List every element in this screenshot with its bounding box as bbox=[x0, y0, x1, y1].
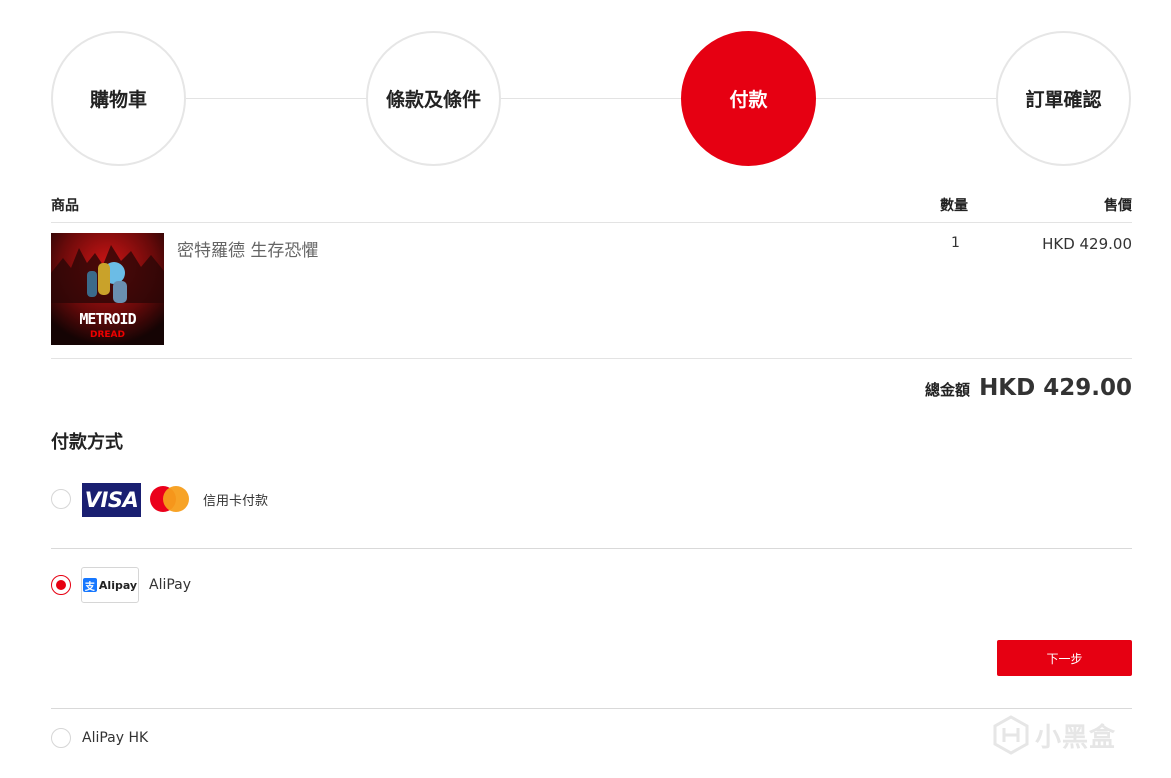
total-label: 總金額 bbox=[925, 381, 971, 399]
alipay-hk-label: AliPay HK bbox=[82, 730, 149, 746]
next-step-button[interactable]: 下一步 bbox=[997, 640, 1132, 676]
alipay-mark-icon: 支 bbox=[82, 578, 97, 593]
product-price: HKD 429.00 bbox=[1042, 235, 1132, 253]
product-quantity: 1 bbox=[951, 235, 960, 251]
table-row: METROID DREAD 密特羅德 生存恐懼 1 HKD 429.00 bbox=[51, 223, 1132, 359]
alipay-label: AliPay bbox=[149, 577, 192, 593]
steps-connector bbox=[111, 98, 1072, 99]
total-amount: HKD 429.00 bbox=[979, 375, 1132, 401]
product-thumbnail: METROID DREAD bbox=[51, 233, 164, 345]
watermark-text: 小黑盒 bbox=[1035, 722, 1117, 753]
thumbnail-title: METROID bbox=[79, 310, 136, 328]
order-table-header: 商品 數量 售價 bbox=[51, 195, 1132, 223]
product-art bbox=[51, 233, 164, 345]
order-total: 總金額 HKD 429.00 bbox=[925, 375, 1132, 401]
header-quantity: 數量 bbox=[940, 198, 968, 214]
header-product: 商品 bbox=[51, 198, 79, 214]
header-price: 售價 bbox=[1104, 198, 1132, 214]
card-radio[interactable] bbox=[51, 489, 71, 509]
watermark: 小黑盒 bbox=[993, 715, 1116, 755]
payment-option-alipay[interactable]: 支 Alipay AliPay 下一步 bbox=[51, 548, 1132, 709]
step-terms[interactable]: 條款及條件 bbox=[366, 31, 501, 166]
payment-methods-title: 付款方式 bbox=[51, 432, 123, 453]
payment-option-alipay-hk[interactable]: AliPay HK bbox=[51, 709, 1132, 769]
heybox-logo-icon bbox=[993, 715, 1029, 755]
card-label: 信用卡付款 bbox=[203, 494, 269, 509]
alipay-logo-text: Alipay bbox=[98, 578, 138, 592]
thumbnail-subtitle: DREAD bbox=[90, 330, 125, 340]
payment-option-card[interactable]: VISA 信用卡付款 bbox=[51, 478, 1132, 549]
step-payment: 付款 bbox=[681, 31, 816, 166]
checkout-steps: 購物車 條款及條件 付款 訂單確認 bbox=[51, 31, 1132, 166]
alipay-hk-radio[interactable] bbox=[51, 728, 71, 748]
alipay-radio[interactable] bbox=[51, 575, 71, 595]
visa-logo-icon: VISA bbox=[82, 483, 141, 517]
step-cart[interactable]: 購物車 bbox=[51, 31, 186, 166]
mastercard-logo-icon bbox=[150, 486, 190, 512]
alipay-logo-icon: 支 Alipay bbox=[81, 567, 139, 603]
product-name[interactable]: 密特羅德 生存恐懼 bbox=[177, 236, 318, 261]
step-confirmation: 訂單確認 bbox=[996, 31, 1131, 166]
